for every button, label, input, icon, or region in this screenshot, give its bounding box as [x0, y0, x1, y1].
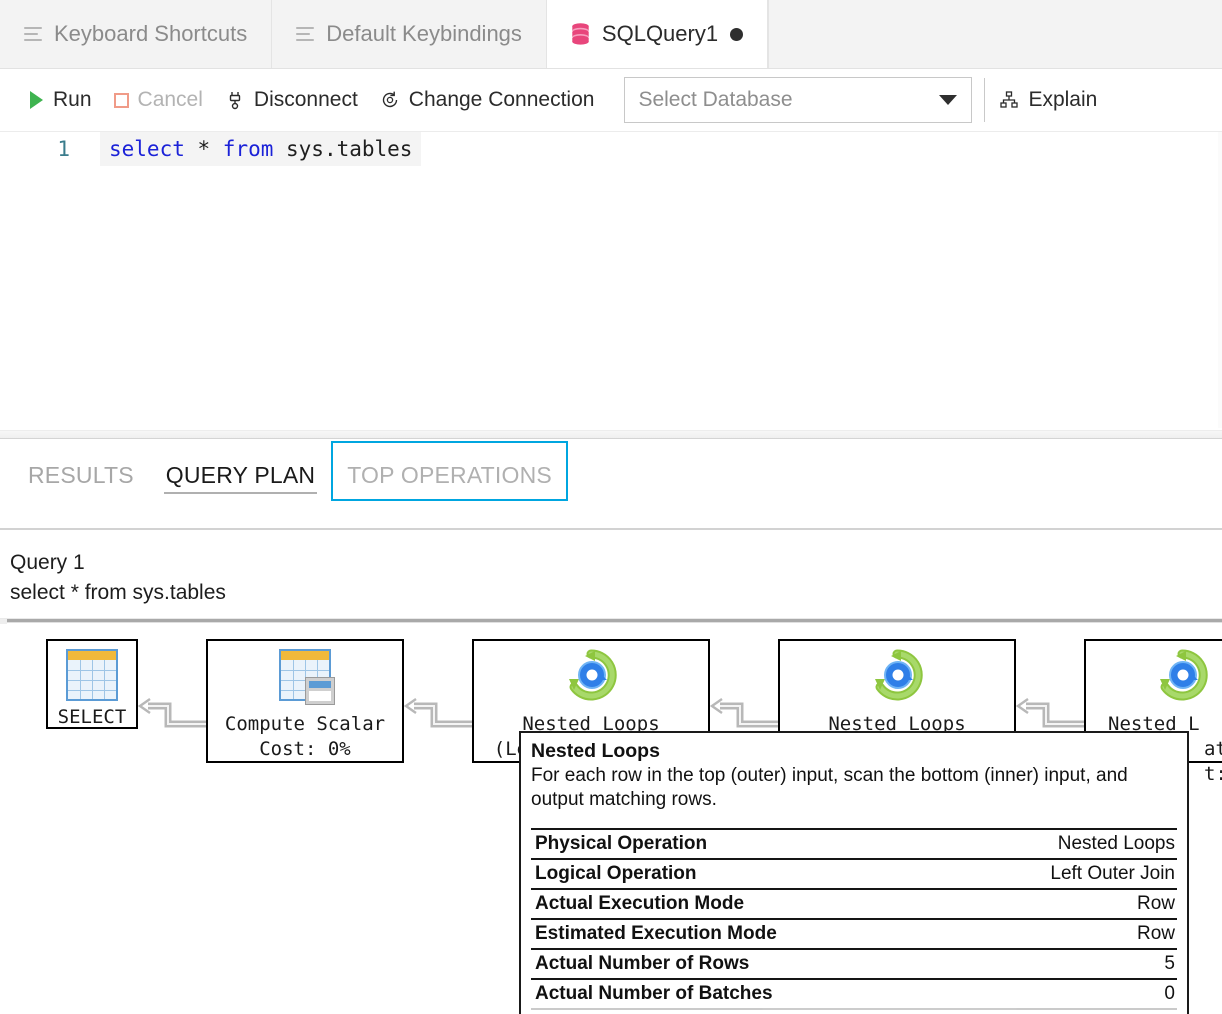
code-line: 1 select * from sys.tables — [0, 132, 1222, 166]
nested-loops-icon — [565, 649, 617, 708]
tab-label: SQLQuery1 — [602, 21, 718, 47]
unsaved-indicator-icon[interactable] — [730, 28, 743, 41]
tooltip-row: Estimated Execution Mode Row — [531, 918, 1177, 948]
stop-square-icon — [114, 93, 129, 108]
disconnect-label: Disconnect — [254, 88, 358, 112]
tooltip-description: For each row in the top (outer) input, s… — [531, 764, 1177, 812]
tab-default-keybindings[interactable]: Default Keybindings — [272, 0, 547, 68]
tooltip-row-key: Actual Number of Rows — [535, 953, 749, 975]
change-connection-button[interactable]: Change Connection — [380, 84, 609, 116]
plan-tree-icon — [999, 90, 1019, 110]
table-calculator-icon — [279, 649, 331, 708]
node-join-type: ate — [1204, 737, 1222, 762]
tab-label: Default Keybindings — [326, 21, 522, 47]
keyword-from: from — [223, 137, 274, 161]
refresh-connection-icon — [380, 90, 400, 110]
tooltip-row: Estimated Operator Cost 0.0000001 (0%) — [531, 1008, 1177, 1014]
select-node[interactable]: SELECT — [46, 639, 138, 729]
plan-horizontal-scrollbar[interactable] — [0, 618, 1222, 623]
play-icon — [28, 91, 44, 109]
sql-editor[interactable]: 1 select * from sys.tables — [0, 132, 1222, 428]
tooltip-row-value: 5 — [1164, 953, 1175, 975]
database-select[interactable]: Select Database — [624, 77, 972, 123]
change-connection-label: Change Connection — [409, 88, 595, 112]
tooltip-row: Logical Operation Left Outer Join — [531, 858, 1177, 888]
table-grid-icon — [66, 649, 118, 701]
editor-vertical-scrollbar[interactable] — [1218, 132, 1222, 428]
toolbar-separator — [984, 78, 985, 122]
tooltip-row: Actual Number of Batches 0 — [531, 978, 1177, 1008]
line-number: 1 — [0, 132, 100, 166]
compute-scalar-node[interactable]: Compute Scalar Cost: 0% — [206, 639, 404, 763]
star-token: * — [185, 137, 223, 161]
query-toolbar: Run Cancel Disconnect Change Connection … — [0, 69, 1222, 132]
tooltip-row-value: Left Outer Join — [1050, 863, 1175, 885]
run-button[interactable]: Run — [28, 84, 106, 116]
tooltip-row: Physical Operation Nested Loops — [531, 828, 1177, 858]
tooltip-row-value: Nested Loops — [1058, 833, 1175, 855]
operator-tooltip: Nested Loops For each row in the top (ou… — [519, 731, 1189, 1014]
tooltip-row-key: Estimated Execution Mode — [535, 923, 777, 945]
node-cost: t: — [1204, 762, 1222, 787]
lines-icon — [24, 26, 42, 42]
nested-loops-icon — [1156, 649, 1208, 708]
query-plan-header: Query 1 select * from sys.tables — [10, 548, 226, 608]
tab-sqlquery1[interactable]: SQLQuery1 — [547, 0, 768, 68]
table-token: sys.tables — [273, 137, 412, 161]
plug-icon — [225, 90, 245, 110]
explain-label: Explain — [1028, 88, 1097, 112]
results-divider — [0, 528, 1222, 530]
database-select-value: Select Database — [638, 88, 792, 112]
disconnect-button[interactable]: Disconnect — [225, 84, 372, 116]
cancel-button[interactable]: Cancel — [114, 84, 217, 116]
lines-icon — [296, 26, 314, 42]
keyword-select: select — [109, 137, 185, 161]
tab-label: Keyboard Shortcuts — [54, 21, 247, 47]
chevron-down-icon — [939, 95, 957, 105]
tab-results[interactable]: RESULTS — [12, 441, 150, 501]
tooltip-title: Nested Loops — [531, 740, 1177, 763]
plan-arrow-1 — [138, 698, 208, 736]
node-label: SELECT — [58, 705, 127, 730]
query-statement: select * from sys.tables — [10, 578, 226, 608]
query-title: Query 1 — [10, 548, 226, 578]
nested-loops-icon — [871, 649, 923, 708]
cancel-label: Cancel — [138, 88, 203, 112]
tooltip-row: Actual Execution Mode Row — [531, 888, 1177, 918]
tooltip-row-value: Row — [1137, 893, 1175, 915]
run-label: Run — [53, 88, 92, 112]
panel-splitter[interactable] — [0, 430, 1222, 439]
plan-arrow-2 — [404, 698, 474, 736]
tooltip-row-key: Actual Number of Batches — [535, 983, 773, 1005]
tab-bar-filler — [768, 0, 1222, 68]
code-text[interactable]: select * from sys.tables — [100, 132, 421, 166]
tooltip-row-key: Actual Execution Mode — [535, 893, 744, 915]
node-label: Compute Scalar — [225, 712, 385, 737]
tooltip-row-key: Physical Operation — [535, 833, 707, 855]
explain-button[interactable]: Explain — [999, 84, 1111, 116]
tooltip-row-value: 0 — [1164, 983, 1175, 1005]
tab-top-operations[interactable]: TOP OPERATIONS — [331, 441, 568, 501]
node-cost: Cost: 0% — [259, 737, 351, 762]
tab-keyboard-shortcuts[interactable]: Keyboard Shortcuts — [0, 0, 272, 68]
tooltip-row-key: Logical Operation — [535, 863, 697, 885]
app-window: Keyboard Shortcuts Default Keybindings S… — [0, 0, 1222, 1014]
database-icon — [571, 23, 590, 45]
tooltip-row-value: Row — [1137, 923, 1175, 945]
results-tab-bar: RESULTS QUERY PLAN TOP OPERATIONS — [0, 441, 1222, 516]
tab-query-plan[interactable]: QUERY PLAN — [150, 441, 331, 501]
editor-tab-bar: Keyboard Shortcuts Default Keybindings S… — [0, 0, 1222, 69]
tooltip-row: Actual Number of Rows 5 — [531, 948, 1177, 978]
